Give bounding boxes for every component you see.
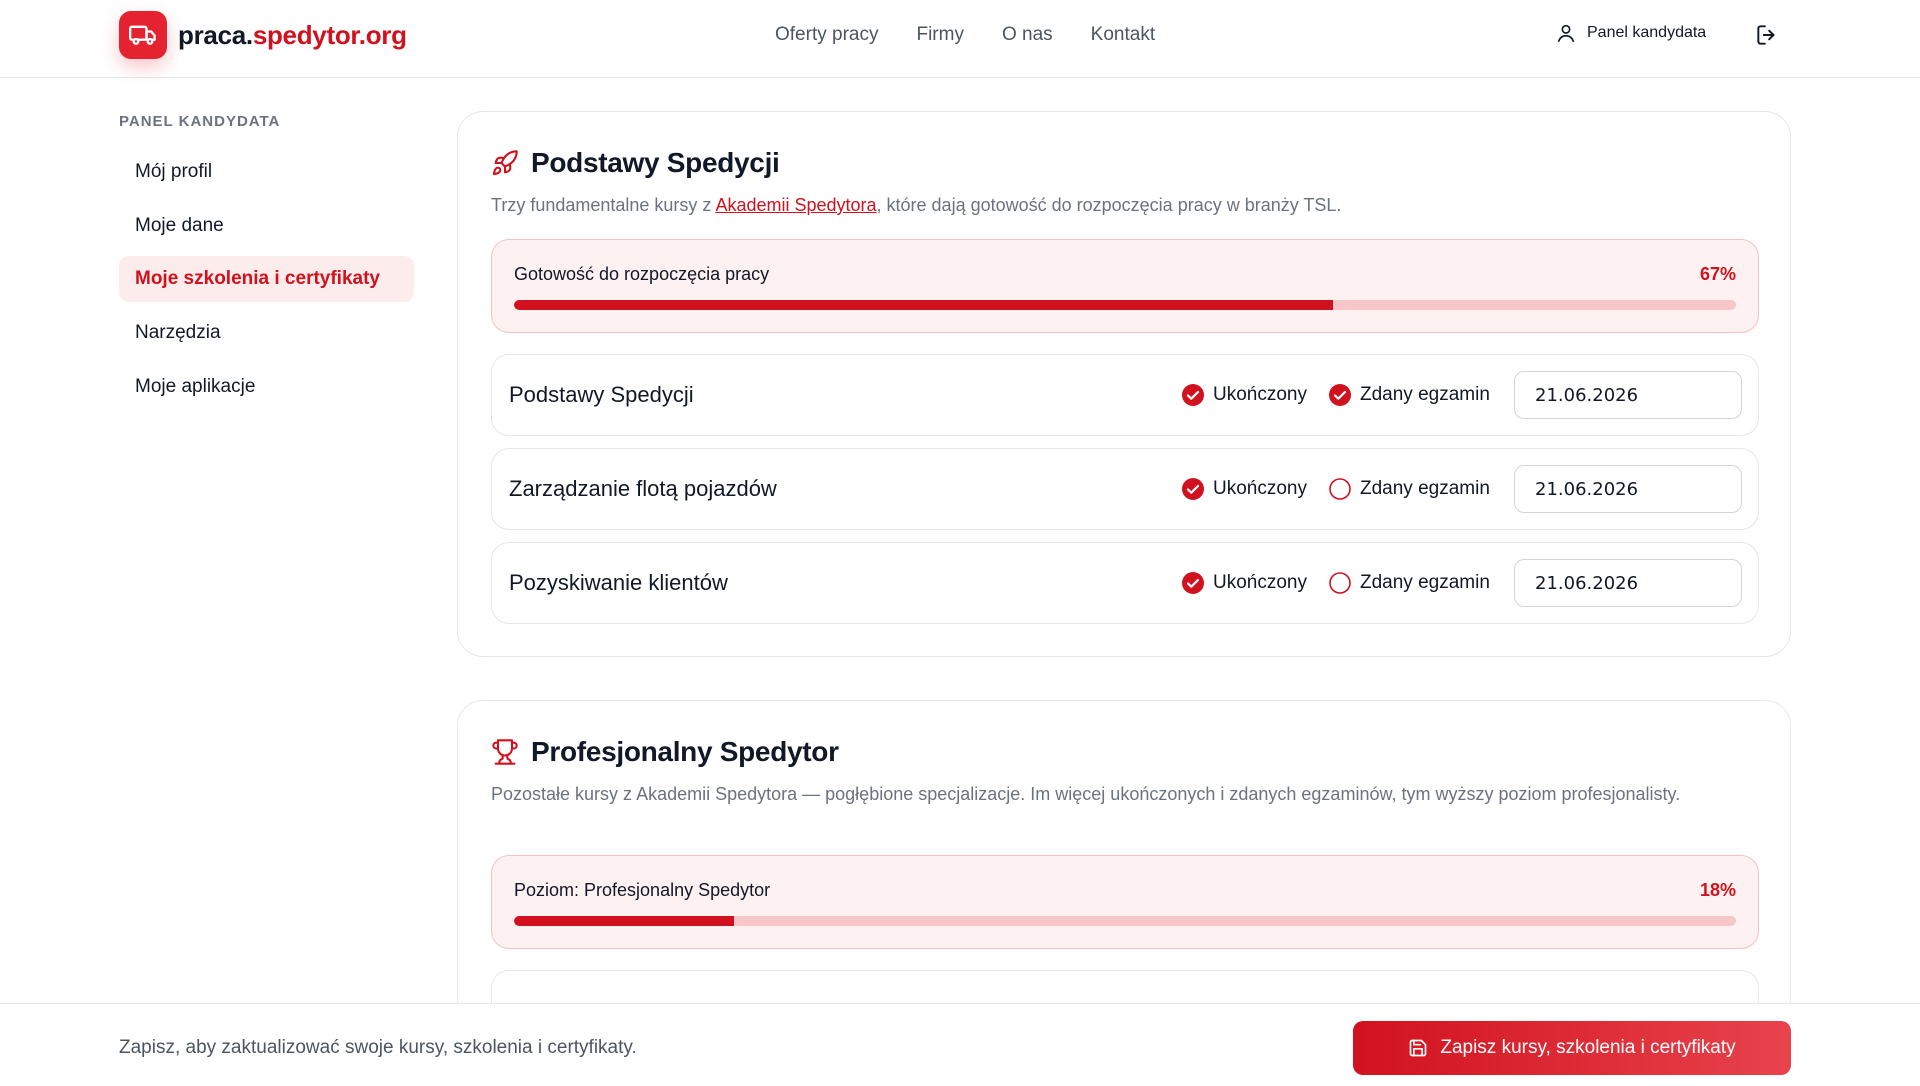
- progress-label: Poziom: Profesjonalny Spedytor: [514, 880, 771, 900]
- date-input[interactable]: 21.06.2026: [1514, 371, 1742, 419]
- sidebar-item-moje-dane[interactable]: Moje dane: [119, 203, 414, 249]
- checked-circle-icon: [1182, 384, 1204, 406]
- save-button-label: Zapisz kursy, szkolenia i certyfikaty: [1440, 1037, 1736, 1058]
- logo-icon[interactable]: [119, 11, 167, 59]
- logout-icon[interactable]: [1754, 22, 1780, 48]
- checked-circle-icon: [1182, 572, 1204, 594]
- progress-track: [514, 300, 1736, 310]
- readiness-progress: Gotowość do rozpoczęcia pracy 67%: [491, 239, 1759, 333]
- course-row: Podstawy Spedycji Ukończony Zdany egzami…: [491, 354, 1759, 436]
- completed-label: Ukończony: [1213, 384, 1307, 405]
- desc-text: , które dają gotowość do rozpoczęcia pra…: [876, 195, 1342, 215]
- section-title-row: Podstawy Spedycji: [491, 147, 780, 179]
- akademia-link[interactable]: Akademii Spedytora: [715, 195, 876, 215]
- sidebar-item-label: Mój profil: [135, 161, 213, 182]
- section-podstawy-spedycji: Podstawy Spedycji Trzy fundamentalne kur…: [457, 111, 1791, 657]
- checked-circle-icon: [1329, 384, 1351, 406]
- completed-label: Ukończony: [1213, 572, 1307, 593]
- user-icon: [1557, 24, 1575, 43]
- course-name: Podstawy Spedycji: [509, 382, 694, 407]
- sidebar-item-moj-profil[interactable]: Mój profil: [119, 149, 414, 195]
- nav-kontakt[interactable]: Kontakt: [1091, 24, 1155, 46]
- progress-label: Gotowość do rozpoczęcia pracy: [514, 264, 770, 284]
- rocket-icon: [492, 150, 518, 176]
- sidebar-item-label: Narzędzia: [135, 322, 221, 343]
- progress-percent: 67%: [1699, 264, 1736, 284]
- checked-circle-icon: [1182, 478, 1204, 500]
- trophy-icon: [492, 739, 518, 765]
- exam-label: Zdany egzamin: [1360, 572, 1490, 593]
- save-bar: Zapisz, aby zaktualizować swoje kursy, s…: [0, 1003, 1920, 1086]
- date-input[interactable]: 21.06.2026: [1514, 465, 1742, 513]
- main-nav: Oferty pracy Firmy O nas Kontakt: [775, 24, 1155, 46]
- sidebar-title: PANEL KANDYDATA: [119, 113, 281, 130]
- sidebar-item-label: Moje aplikacje: [135, 376, 256, 397]
- progress-track: [514, 916, 1736, 926]
- section-title: Podstawy Spedycji: [531, 147, 780, 178]
- progress-fill: [514, 300, 1333, 310]
- save-button[interactable]: Zapisz kursy, szkolenia i certyfikaty: [1353, 1021, 1791, 1075]
- course-row: Pozyskiwanie klientów Ukończony Zdany eg…: [491, 542, 1759, 624]
- section-description: Trzy fundamentalne kursy z Akademii Sped…: [491, 192, 1731, 219]
- candidate-panel-label: Panel kandydata: [1587, 24, 1707, 41]
- date-input[interactable]: 21.06.2026: [1514, 559, 1742, 607]
- sidebar-item-label: Moje dane: [135, 215, 224, 236]
- progress-percent: 18%: [1699, 880, 1736, 900]
- completed-checkbox[interactable]: Ukończony: [1182, 478, 1307, 500]
- course-row: Zarządzanie flotą pojazdów Ukończony Zda…: [491, 448, 1759, 530]
- brand-name: spedytor.org: [252, 20, 407, 50]
- empty-circle-icon: [1329, 572, 1351, 594]
- section-title: Profesjonalny Spedytor: [531, 736, 839, 767]
- brand-prefix: praca.: [178, 20, 253, 50]
- level-progress: Poziom: Profesjonalny Spedytor 18%: [491, 855, 1759, 949]
- candidate-panel-button[interactable]: Panel kandydata: [1555, 22, 1706, 44]
- save-icon: [1410, 1039, 1427, 1057]
- progress-fill: [514, 916, 734, 926]
- nav-o-nas[interactable]: O nas: [1002, 24, 1053, 46]
- desc-text: Trzy fundamentalne kursy z: [491, 195, 716, 215]
- brand-logo[interactable]: praca.spedytor.org: [178, 20, 407, 51]
- course-name: Pozyskiwanie klientów: [509, 570, 728, 595]
- nav-oferty-pracy[interactable]: Oferty pracy: [775, 24, 878, 46]
- completed-checkbox[interactable]: Ukończony: [1182, 384, 1307, 406]
- sidebar-item-moje-aplikacje[interactable]: Moje aplikacje: [119, 364, 414, 410]
- exam-checkbox[interactable]: Zdany egzamin: [1329, 478, 1490, 500]
- sidebar-item-narzedzia[interactable]: Narzędzia: [119, 310, 414, 356]
- section-title-row: Profesjonalny Spedytor: [491, 736, 839, 768]
- nav-firmy[interactable]: Firmy: [916, 24, 963, 46]
- empty-circle-icon: [1329, 478, 1351, 500]
- top-header: praca.spedytor.org Oferty pracy Firmy O …: [0, 0, 1920, 78]
- save-hint: Zapisz, aby zaktualizować swoje kursy, s…: [119, 1037, 637, 1058]
- exam-checkbox[interactable]: Zdany egzamin: [1329, 572, 1490, 594]
- section-description: Pozostałe kursy z Akademii Spedytora — p…: [491, 784, 1681, 804]
- completed-label: Ukończony: [1213, 478, 1307, 499]
- course-name: Zarządzanie flotą pojazdów: [509, 476, 777, 501]
- exam-label: Zdany egzamin: [1360, 478, 1490, 499]
- sidebar-item-szkolenia[interactable]: Moje szkolenia i certyfikaty: [119, 256, 414, 302]
- exam-label: Zdany egzamin: [1360, 384, 1490, 405]
- exam-checkbox[interactable]: Zdany egzamin: [1329, 384, 1490, 406]
- completed-checkbox[interactable]: Ukończony: [1182, 572, 1307, 594]
- sidebar-item-label: Moje szkolenia i certyfikaty: [135, 268, 380, 289]
